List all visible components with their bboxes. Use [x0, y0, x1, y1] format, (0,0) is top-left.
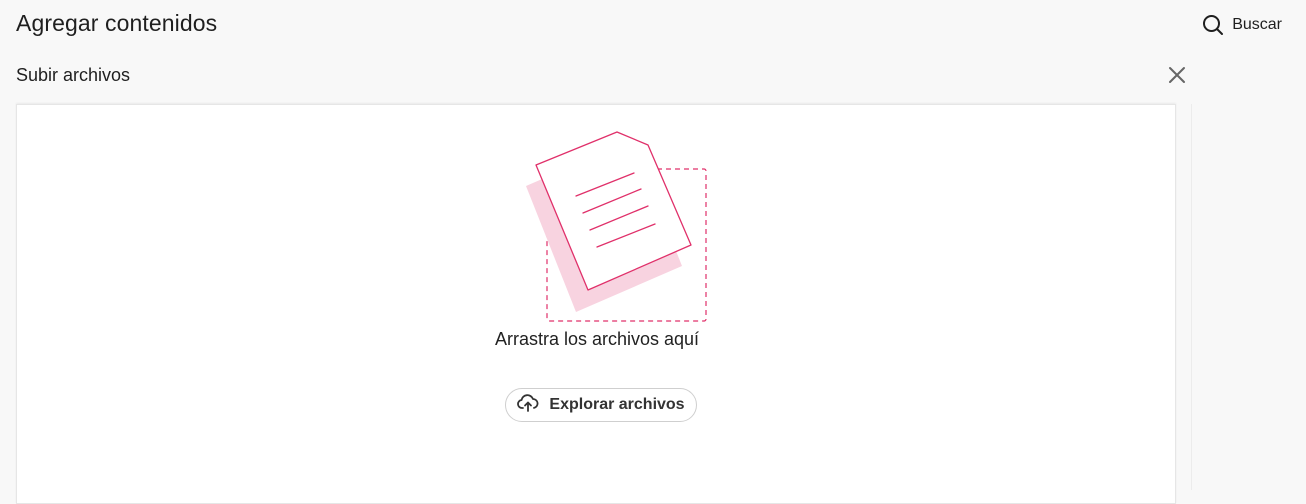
browse-files-button[interactable]: Explorar archivos	[505, 388, 697, 422]
search-button[interactable]: Buscar	[1202, 14, 1282, 36]
divider	[1191, 104, 1192, 490]
cloud-upload-icon	[517, 393, 539, 417]
close-icon	[1166, 67, 1188, 90]
browse-files-label: Explorar archivos	[549, 396, 685, 413]
search-icon	[1202, 14, 1224, 36]
drop-instruction: Arrastra los archivos aquí	[494, 329, 700, 349]
document-drop-illustration	[507, 129, 707, 330]
section-title: Subir archivos	[16, 65, 131, 85]
close-button[interactable]	[1166, 64, 1188, 86]
page-title: Agregar contenidos	[16, 10, 218, 36]
file-drop-zone[interactable]: Arrastra los archivos aquí Explorar arch…	[16, 104, 1176, 504]
search-label: Buscar	[1232, 16, 1282, 33]
